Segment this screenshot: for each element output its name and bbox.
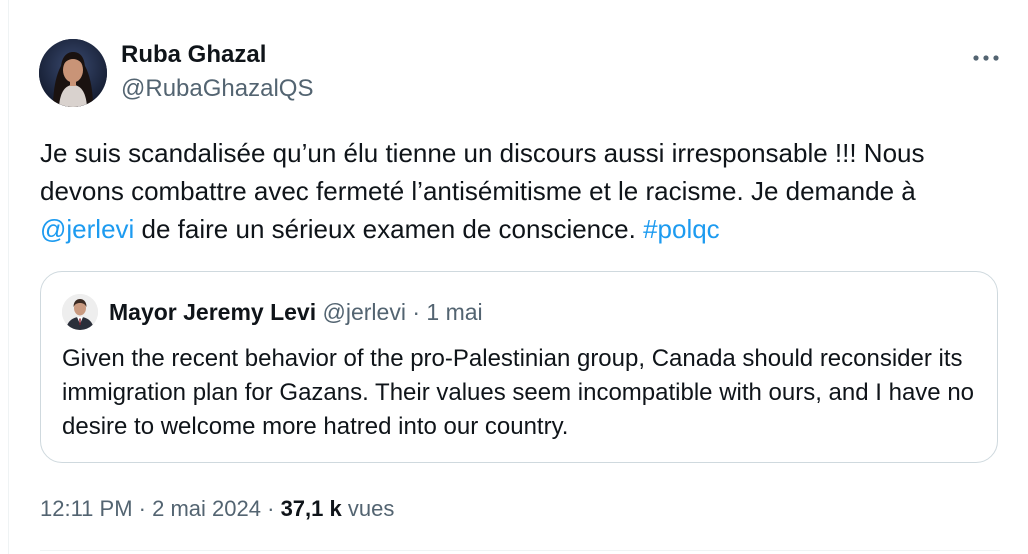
tweet-text: Je suis scandalisée qu’un élu tienne un … xyxy=(40,134,1000,248)
tweet-text-part: de faire un sérieux examen de conscience… xyxy=(134,214,644,244)
quoted-tweet[interactable]: Mayor Jeremy Levi @jerlevi · 1 mai Given… xyxy=(40,271,998,463)
quoted-date[interactable]: 1 mai xyxy=(426,299,482,325)
bottom-divider xyxy=(40,550,1000,551)
tweet-date[interactable]: 2 mai 2024 xyxy=(152,496,261,521)
quoted-header: Mayor Jeremy Levi @jerlevi · 1 mai xyxy=(109,297,483,327)
quoted-handle[interactable]: @jerlevi xyxy=(323,299,406,325)
meta-separator: · xyxy=(138,496,146,521)
quoted-author-avatar[interactable] xyxy=(62,294,98,330)
tweet-text-part: Je suis scandalisée qu’un élu tienne un … xyxy=(40,138,925,206)
mention-link[interactable]: @jerlevi xyxy=(40,214,134,244)
quoted-display-name[interactable]: Mayor Jeremy Levi xyxy=(109,299,316,325)
author-avatar[interactable] xyxy=(39,39,107,107)
more-options-button[interactable] xyxy=(970,44,1002,72)
tweet-meta: 12:11 PM · 2 mai 2024 · 37,1 k vues xyxy=(40,494,394,524)
more-horizontal-icon xyxy=(973,55,999,61)
hashtag-link[interactable]: #polqc xyxy=(643,214,720,244)
views-count: 37,1 k xyxy=(280,496,342,521)
meta-separator: · xyxy=(267,496,275,521)
timeline-divider xyxy=(8,0,9,554)
author-display-name[interactable]: Ruba Ghazal xyxy=(121,40,266,70)
quoted-separator: · xyxy=(412,299,420,325)
views-label: vues xyxy=(347,496,395,521)
author-handle[interactable]: @RubaGhazalQS xyxy=(121,74,313,104)
tweet: Ruba Ghazal @RubaGhazalQS Je suis scanda… xyxy=(0,0,1028,554)
tweet-time[interactable]: 12:11 PM xyxy=(40,496,133,521)
quoted-text: Given the recent behavior of the pro-Pal… xyxy=(62,345,975,440)
